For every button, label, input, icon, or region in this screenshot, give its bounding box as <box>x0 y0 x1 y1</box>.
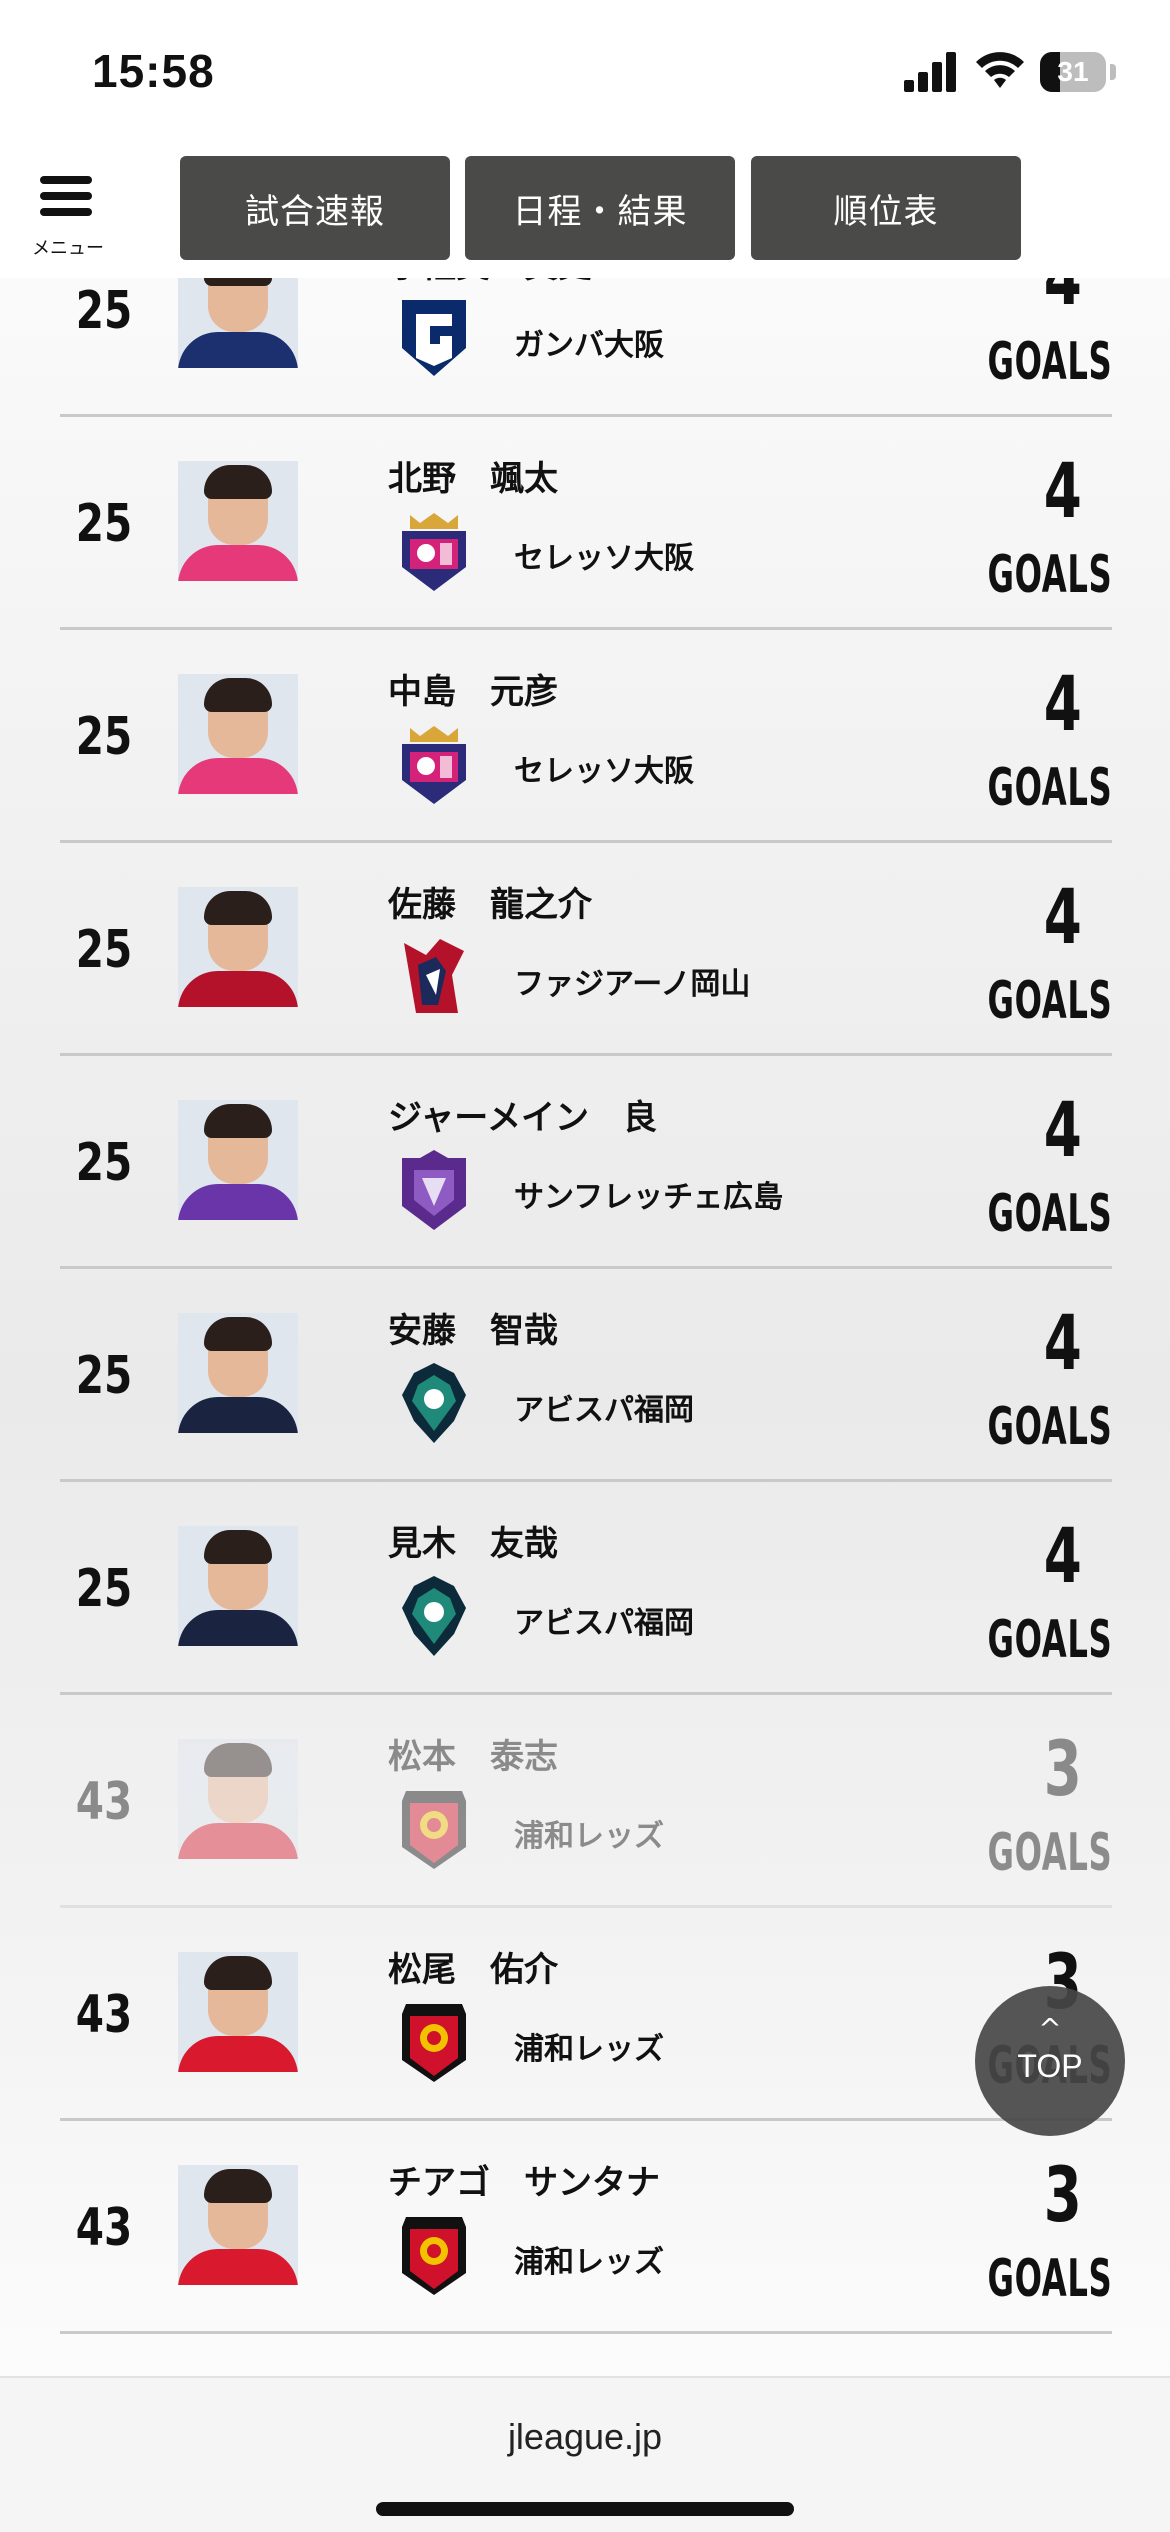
scorer-ranking-page: 15:58 31 メニュー 試合速報 日程・結果 順位表 25 ガンバ大阪 GO… <box>0 0 1170 2532</box>
player-name[interactable]: 松尾 佑介 <box>388 1942 558 1991</box>
scorer-row[interactable]: 25 佐藤 龍之介ファジアーノ岡山 4 GOALS <box>60 843 1112 1056</box>
rank-number: 43 <box>75 1984 133 2045</box>
menu-button[interactable]: メニュー <box>28 172 108 262</box>
urawa-reds-logo-icon <box>396 2000 472 2084</box>
team-name[interactable]: 浦和レッズ <box>514 1811 664 1855</box>
team-name[interactable]: セレッソ大阪 <box>514 533 694 577</box>
sanfrecce-hiroshima-logo-icon <box>396 1148 472 1232</box>
goals-count: 4 <box>1043 1085 1082 1174</box>
player-photo <box>178 887 298 1007</box>
urawa-reds-logo-icon <box>396 1787 472 1871</box>
team-name[interactable]: セレッソ大阪 <box>514 746 694 790</box>
player-name[interactable]: 見木 友哉 <box>388 1516 558 1565</box>
scorer-row[interactable]: 25 北野 颯太セレッソ大阪 4 GOALS <box>60 417 1112 630</box>
player-name[interactable]: 佐藤 龍之介 <box>388 877 592 926</box>
goals-label: GOALS <box>987 332 1112 392</box>
player-name[interactable]: ジャーメイン 良 <box>388 1090 657 1139</box>
fagiano-okayama-logo-icon <box>396 935 472 1019</box>
goals-label: GOALS <box>987 1823 1112 1883</box>
status-time: 15:58 <box>92 45 215 97</box>
scorer-row[interactable]: 43 チアゴ サンタナ浦和レッズ 3 GOALS <box>60 2121 1112 2334</box>
goals-label: GOALS <box>987 1610 1112 1670</box>
team-name[interactable]: 浦和レッズ <box>514 2024 664 2068</box>
rank-number: 25 <box>75 919 133 980</box>
team-name[interactable]: ファジアーノ岡山 <box>514 959 750 1003</box>
urawa-reds-logo-icon <box>396 2213 472 2297</box>
scorer-row[interactable]: 25 見木 友哉アビスパ福岡 4 GOALS <box>60 1482 1112 1695</box>
player-name[interactable]: 松本 泰志 <box>388 1729 558 1778</box>
player-name[interactable]: 中島 元彦 <box>388 664 558 713</box>
goals-label: GOALS <box>987 1184 1112 1244</box>
rank-number: 43 <box>75 1771 133 1832</box>
rank-number: 25 <box>75 706 133 767</box>
menu-label: メニュー <box>32 238 104 259</box>
rank-number: 43 <box>75 2197 133 2258</box>
status-bar: 15:58 31 <box>0 0 1170 150</box>
goals-count: 3 <box>1043 2150 1082 2239</box>
team-name[interactable]: サンフレッチェ広島 <box>514 1172 783 1216</box>
back-to-top-button[interactable]: ^ TOP <box>975 1986 1125 2136</box>
team-name[interactable]: 浦和レッズ <box>514 2237 664 2281</box>
schedule-results-button[interactable]: 日程・結果 <box>465 156 735 260</box>
battery-tip <box>1110 64 1116 80</box>
footer: jleague.jp <box>0 2376 1170 2532</box>
home-indicator <box>376 2502 794 2516</box>
goals-count: 4 <box>1043 659 1082 748</box>
goals-label: GOALS <box>987 971 1112 1031</box>
goals-count: 4 <box>1043 446 1082 535</box>
scorer-row[interactable]: 43 松本 泰志浦和レッズ 3 GOALS <box>60 1695 1112 1908</box>
rank-number: 25 <box>75 1558 133 1619</box>
player-photo <box>178 674 298 794</box>
top-navigation: メニュー 試合速報 日程・結果 順位表 <box>0 150 1170 278</box>
rank-number: 25 <box>75 493 133 554</box>
gamba-osaka-logo-icon <box>396 296 472 380</box>
rank-number: 25 <box>75 1345 133 1406</box>
scorer-row[interactable]: 25 ジャーメイン 良サンフレッチェ広島 4 GOALS <box>60 1056 1112 1269</box>
scorer-row[interactable]: 25 安藤 智哉アビスパ福岡 4 GOALS <box>60 1269 1112 1482</box>
goals-count: 4 <box>1043 1298 1082 1387</box>
player-name[interactable]: 北野 颯太 <box>388 451 558 500</box>
player-photo <box>178 1100 298 1220</box>
player-photo <box>178 1952 298 2072</box>
avispa-fukuoka-logo-icon <box>396 1361 472 1445</box>
goals-count: 4 <box>1043 872 1082 961</box>
scorer-row[interactable]: 43松尾 佑介浦和レッズ3GOALS <box>60 1908 1112 2121</box>
player-name[interactable]: 安藤 智哉 <box>388 1303 558 1352</box>
player-photo <box>178 1739 298 1859</box>
footer-site-link[interactable]: jleague.jp <box>0 2416 1170 2458</box>
battery-icon: 31 <box>1040 52 1106 92</box>
player-photo <box>178 461 298 581</box>
cerezo-osaka-logo-icon <box>396 509 472 593</box>
cellular-signal-icon <box>904 52 956 92</box>
player-name[interactable]: チアゴ サンタナ <box>388 2155 660 2204</box>
player-photo <box>178 2165 298 2285</box>
team-name[interactable]: アビスパ福岡 <box>514 1598 694 1642</box>
goals-count: 3 <box>1043 1724 1082 1813</box>
scorer-row[interactable]: 25 中島 元彦セレッソ大阪 4 GOALS <box>60 630 1112 843</box>
team-name[interactable]: ガンバ大阪 <box>514 320 664 364</box>
top-button-label: TOP <box>1017 2048 1083 2084</box>
goals-count: 4 <box>1043 1511 1082 1600</box>
goals-label: GOALS <box>987 545 1112 605</box>
rank-number: 25 <box>75 1132 133 1193</box>
goals-label: GOALS <box>987 758 1112 818</box>
live-scores-button[interactable]: 試合速報 <box>180 156 450 260</box>
chevron-up-icon: ^ <box>1038 2012 1062 2045</box>
wifi-icon <box>974 48 1026 92</box>
player-photo <box>178 1313 298 1433</box>
standings-button[interactable]: 順位表 <box>751 156 1021 260</box>
battery-level: 31 <box>1057 56 1089 87</box>
avispa-fukuoka-logo-icon <box>396 1574 472 1658</box>
player-photo <box>178 1526 298 1646</box>
cerezo-osaka-logo-icon <box>396 722 472 806</box>
goals-label: GOALS <box>987 1397 1112 1457</box>
team-name[interactable]: アビスパ福岡 <box>514 1385 694 1429</box>
goals-label: GOALS <box>987 2249 1112 2309</box>
